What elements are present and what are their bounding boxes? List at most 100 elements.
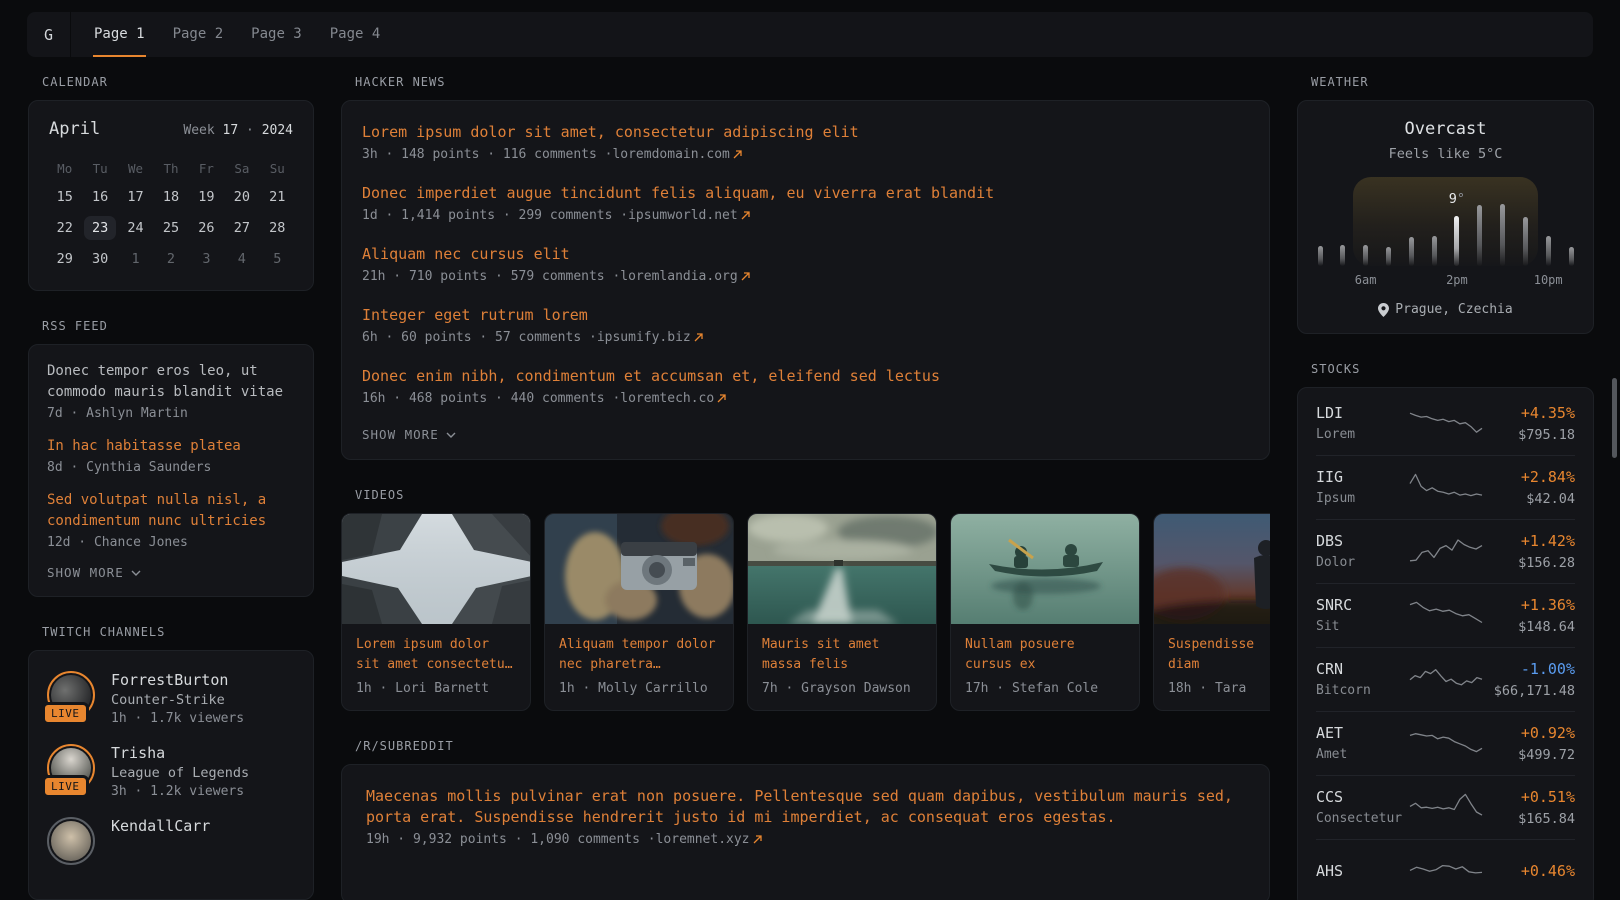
- scrollbar-thumb[interactable]: [1612, 378, 1617, 458]
- twitch-channel-name[interactable]: ForrestBurton: [111, 671, 244, 689]
- hackernews-item-title[interactable]: Aliquam nec cursus elit: [362, 244, 1249, 265]
- stock-row[interactable]: SNRCSit+1.36%$148.64: [1316, 583, 1575, 647]
- video-title[interactable]: Nullam posuere cursus ex: [965, 635, 1125, 675]
- sparkline-chart: [1407, 595, 1485, 631]
- hackernews-item-meta: 3h · 148 points · 116 comments · loremdo…: [362, 147, 1249, 162]
- twitch-channel-game: Counter-Strike: [111, 692, 244, 708]
- video-card[interactable]: Suspendisse diam18h · Tara: [1153, 513, 1270, 711]
- hackernews-item-domain-link[interactable]: loremdomain.com: [612, 147, 729, 162]
- app-logo[interactable]: G: [27, 12, 71, 57]
- video-card[interactable]: Mauris sit amet massa felis7h · Grayson …: [747, 513, 937, 711]
- twitch-avatar: [47, 817, 95, 865]
- stock-row[interactable]: AETAmet +0.92% $499.72: [1316, 711, 1575, 775]
- stock-company-name: Lorem: [1316, 427, 1407, 442]
- hackernews-item-domain-link[interactable]: ipsumify.biz: [597, 330, 691, 345]
- subreddit-widget-label: /R/SUBREDDIT: [355, 739, 1270, 753]
- stock-row[interactable]: LDILorem+4.35%$795.18: [1316, 392, 1575, 455]
- video-title[interactable]: Aliquam tempor dolor nec pharetra…: [559, 635, 719, 675]
- stock-company-name: Ipsum: [1316, 491, 1407, 506]
- left-column: CALENDAR April Week 17 · 2024 MoTuWeThFr…: [28, 75, 314, 900]
- subreddit-item-domain-link[interactable]: loremnet.xyz: [656, 832, 750, 847]
- hackernews-widget: HACKER NEWS Lorem ipsum dolor sit amet, …: [341, 75, 1270, 460]
- tab-page-3[interactable]: Page 3: [250, 12, 303, 57]
- stock-row[interactable]: AHS+0.46%: [1316, 839, 1575, 900]
- calendar-day: 25: [153, 213, 188, 243]
- calendar-day: 4: [224, 244, 259, 274]
- sparkline-chart: [1407, 531, 1485, 567]
- rss-item-title[interactable]: Donec tempor eros leo, ut commodo mauris…: [47, 361, 295, 403]
- hackernews-item-title[interactable]: Integer eget rutrum lorem: [362, 305, 1249, 326]
- video-meta: 1h · Molly Carrillo: [559, 681, 719, 696]
- video-title[interactable]: Lorem ipsum dolor sit amet consectetu…: [356, 635, 516, 675]
- hackernews-list: Lorem ipsum dolor sit amet, consectetur …: [362, 122, 1249, 406]
- weather-axis-labels: 6am2pm10pm: [1318, 273, 1574, 289]
- weather-bar: [1500, 204, 1505, 266]
- video-thumbnail: [951, 514, 1139, 624]
- rss-item: Donec tempor eros leo, ut commodo mauris…: [47, 361, 295, 421]
- hackernews-item-meta: 21h · 710 points · 579 comments · loreml…: [362, 269, 1249, 284]
- subreddit-item-title[interactable]: Maecenas mollis pulvinar erat non posuer…: [366, 786, 1245, 828]
- twitch-channel-row[interactable]: KendallCarr: [47, 817, 295, 865]
- hackernews-item-domain-link[interactable]: loremlandia.org: [620, 269, 737, 284]
- rss-item-title[interactable]: Sed volutpat nulla nisl, a condimentum n…: [47, 490, 295, 532]
- twitch-channel-row[interactable]: LIVEForrestBurtonCounter-Strike1h · 1.7k…: [47, 671, 295, 726]
- stock-change: +0.92%: [1485, 724, 1576, 742]
- stock-price: $156.28: [1485, 555, 1576, 571]
- hackernews-item-domain-link[interactable]: loremtech.co: [620, 391, 714, 406]
- hackernews-item-domain-link[interactable]: ipsumworld.net: [628, 208, 738, 223]
- stock-change: +1.42%: [1485, 532, 1576, 550]
- hackernews-item-title[interactable]: Lorem ipsum dolor sit amet, consectetur …: [362, 122, 1249, 143]
- calendar-day: 28: [260, 213, 295, 243]
- rss-widget-label: RSS FEED: [42, 319, 314, 333]
- video-meta: 1h · Lori Barnett: [356, 681, 516, 696]
- tab-page-1[interactable]: Page 1: [93, 12, 146, 57]
- weather-location: Prague, Czechia: [1316, 302, 1575, 317]
- twitch-channel-name[interactable]: KendallCarr: [111, 817, 210, 835]
- subreddit-item: Maecenas mollis pulvinar erat non posuer…: [366, 786, 1245, 847]
- video-card[interactable]: Aliquam tempor dolor nec pharetra… 1h · M…: [544, 513, 734, 711]
- external-link-icon: [741, 272, 750, 281]
- weather-axis-label: 6am: [1355, 273, 1377, 287]
- calendar-day: 19: [189, 182, 224, 212]
- video-thumbnail: [748, 514, 936, 624]
- chevron-down-icon: [446, 432, 456, 438]
- canoe-misty-lake-thumbnail-image: [951, 514, 1140, 624]
- weather-feels-like: Feels like 5°C: [1316, 146, 1575, 162]
- hackernews-item-stats: 16h · 468 points · 440 comments ·: [362, 391, 620, 406]
- rss-item-title[interactable]: In hac habitasse platea: [47, 436, 295, 457]
- hackernews-item-title[interactable]: Donec enim nibh, condimentum et accumsan…: [362, 366, 1249, 387]
- twitch-avatar: LIVE: [47, 671, 95, 719]
- hackernews-item-title[interactable]: Donec imperdiet augue tincidunt felis al…: [362, 183, 1249, 204]
- stock-row[interactable]: CCSConsectetur+0.51%$165.84: [1316, 775, 1575, 839]
- hackernews-show-more-button[interactable]: SHOW MORE: [362, 427, 1249, 442]
- page-tabs: Page 1 Page 2 Page 3 Page 4: [93, 12, 381, 57]
- stock-symbol: AET: [1316, 724, 1407, 742]
- weather-bar: [1318, 246, 1323, 266]
- weather-bar: [1477, 205, 1482, 266]
- stock-change: -1.00%: [1485, 660, 1576, 678]
- rss-show-more-button[interactable]: SHOW MORE: [47, 565, 295, 580]
- video-title[interactable]: Suspendisse diam: [1168, 635, 1270, 675]
- stock-row[interactable]: CRNBitcorn-1.00%$66,171.48: [1316, 647, 1575, 711]
- tab-page-2[interactable]: Page 2: [172, 12, 225, 57]
- camera-hands-thumbnail-image: [545, 514, 734, 624]
- video-title[interactable]: Mauris sit amet massa felis: [762, 635, 922, 675]
- stock-values: +0.46%: [1485, 862, 1576, 880]
- twitch-channel-row[interactable]: LIVETrishaLeague of Legends3h · 1.2k vie…: [47, 744, 295, 799]
- stock-row[interactable]: DBSDolor+1.42%$156.28: [1316, 519, 1575, 583]
- video-card[interactable]: Nullam posuere cursus ex17h · Stefan Col…: [950, 513, 1140, 711]
- stock-sparkline: [1407, 531, 1485, 571]
- calendar-day: 30: [82, 244, 117, 274]
- stock-row[interactable]: IIGIpsum+2.84%$42.04: [1316, 455, 1575, 519]
- stock-identity: AETAmet: [1316, 724, 1407, 762]
- stock-identity: CRNBitcorn: [1316, 660, 1407, 698]
- rss-widget: RSS FEED Donec tempor eros leo, ut commo…: [28, 319, 314, 597]
- external-link-icon: [753, 835, 762, 844]
- stock-sparkline: [1407, 595, 1485, 635]
- hackernews-item: Integer eget rutrum lorem6h · 60 points …: [362, 305, 1249, 345]
- tab-page-4[interactable]: Page 4: [329, 12, 382, 57]
- twitch-channel-name[interactable]: Trisha: [111, 744, 249, 762]
- stock-price: $499.72: [1485, 747, 1576, 763]
- video-card[interactable]: Lorem ipsum dolor sit amet consectetu… 1h…: [341, 513, 531, 711]
- right-column: WEATHER Overcast Feels like 5°C 9° 6am2p…: [1297, 75, 1594, 900]
